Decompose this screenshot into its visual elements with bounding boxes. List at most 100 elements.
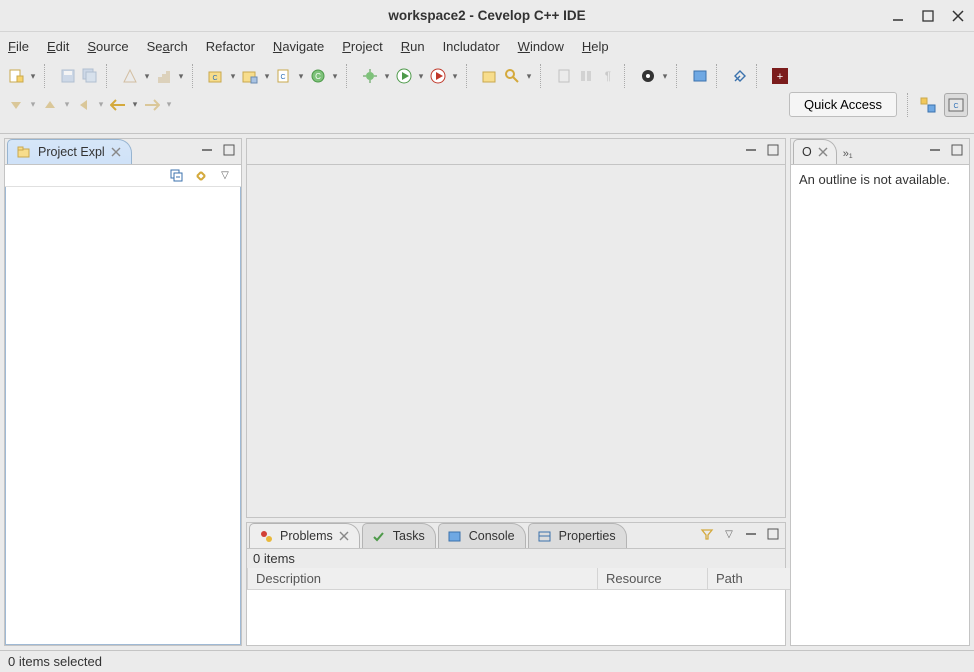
debug-dropdown[interactable]: ▾ — [382, 71, 392, 82]
toggle-block-button[interactable] — [576, 66, 596, 86]
tab-console[interactable]: Console — [438, 523, 526, 548]
menu-refactor[interactable]: Refactor — [206, 39, 255, 54]
new-class-dropdown[interactable]: ▾ — [330, 71, 340, 82]
tab-properties-label: Properties — [559, 529, 616, 543]
editor-minimize-icon[interactable] — [743, 142, 759, 158]
search-button[interactable] — [502, 66, 522, 86]
minimize-button[interactable] — [890, 8, 906, 24]
new-folder-dropdown[interactable]: ▾ — [262, 71, 272, 82]
run-dropdown[interactable]: ▾ — [416, 71, 426, 82]
open-type-button[interactable] — [480, 66, 500, 86]
forward-dropdown[interactable]: ▾ — [164, 99, 174, 110]
nav-left-button[interactable] — [74, 95, 94, 115]
search-dropdown[interactable]: ▾ — [524, 71, 534, 82]
run-button[interactable] — [394, 66, 414, 86]
open-task-button[interactable] — [690, 66, 710, 86]
properties-icon — [537, 528, 553, 544]
new-source-dropdown[interactable]: ▾ — [296, 71, 306, 82]
nav-left-dropdown[interactable]: ▾ — [96, 99, 106, 110]
problems-rows[interactable] — [247, 590, 785, 645]
minimize-view-icon[interactable] — [743, 526, 759, 542]
cevelop-button[interactable]: + — [770, 66, 790, 86]
toolbar: ▾ ▾ ▾ C ▾ ▾ C ▾ C ▾ ▾ ▾ ▾ ▾ ¶ ▾ — [0, 60, 974, 134]
cpp-perspective-button[interactable]: C — [944, 93, 968, 117]
new-button[interactable] — [6, 66, 26, 86]
menu-project[interactable]: Project — [342, 39, 382, 54]
show-whitespace-button[interactable]: ¶ — [598, 66, 618, 86]
filters-icon[interactable] — [699, 526, 715, 542]
editor-empty — [247, 165, 785, 517]
col-description[interactable]: Description — [248, 568, 598, 590]
new-cpp-project-dropdown[interactable]: ▾ — [228, 71, 238, 82]
tab-project-explorer[interactable]: Project Expl — [7, 139, 132, 164]
project-explorer-view: Project Expl ▽ — [4, 138, 242, 646]
profile-dropdown[interactable]: ▾ — [450, 71, 460, 82]
menu-search[interactable]: Search — [147, 39, 188, 54]
tab-problems[interactable]: Problems — [249, 523, 360, 548]
view-menu-icon[interactable]: ▽ — [721, 526, 737, 542]
close-icon[interactable] — [339, 531, 349, 541]
maximize-view-icon[interactable] — [949, 142, 965, 158]
menu-source[interactable]: Source — [87, 39, 128, 54]
annotation-button[interactable] — [638, 66, 658, 86]
new-class-button[interactable]: C — [308, 66, 328, 86]
quick-access-button[interactable]: Quick Access — [789, 92, 897, 117]
svg-text:¶: ¶ — [605, 69, 611, 83]
tab-outline[interactable]: O — [793, 139, 837, 164]
build-all-button[interactable] — [154, 66, 174, 86]
new-folder-button[interactable] — [240, 66, 260, 86]
pin-button[interactable] — [730, 66, 750, 86]
project-explorer-tree[interactable] — [5, 187, 241, 645]
tab-problems-label: Problems — [280, 529, 333, 543]
annotation-dropdown[interactable]: ▾ — [660, 71, 670, 82]
build-dropdown[interactable]: ▾ — [142, 71, 152, 82]
menu-run[interactable]: Run — [401, 39, 425, 54]
new-dropdown[interactable]: ▾ — [28, 71, 38, 82]
menu-window[interactable]: Window — [518, 39, 564, 54]
titlebar: workspace2 - Cevelop C++ IDE — [0, 0, 974, 32]
view-menu-icon[interactable]: ▽ — [217, 168, 233, 184]
nav-up-dropdown[interactable]: ▾ — [62, 99, 72, 110]
back-button[interactable] — [108, 95, 128, 115]
status-text: 0 items selected — [8, 654, 102, 669]
editor-maximize-icon[interactable] — [765, 142, 781, 158]
maximize-button[interactable] — [920, 8, 936, 24]
close-icon[interactable] — [818, 147, 828, 157]
collapse-all-icon[interactable] — [169, 168, 185, 184]
menu-edit[interactable]: Edit — [47, 39, 69, 54]
bottom-stack: Problems Tasks Console Properties — [246, 522, 786, 646]
back-dropdown[interactable]: ▾ — [130, 99, 140, 110]
menu-navigate[interactable]: Navigate — [273, 39, 324, 54]
new-cpp-project-button[interactable]: C — [206, 66, 226, 86]
close-icon[interactable] — [111, 147, 121, 157]
menu-file[interactable]: File — [8, 39, 29, 54]
window-title: workspace2 - Cevelop C++ IDE — [388, 8, 585, 23]
link-editor-icon[interactable] — [193, 168, 209, 184]
maximize-view-icon[interactable] — [221, 142, 237, 158]
nav-down-dropdown[interactable]: ▾ — [28, 99, 38, 110]
build-all-dropdown[interactable]: ▾ — [176, 71, 186, 82]
forward-button[interactable] — [142, 95, 162, 115]
build-button[interactable] — [120, 66, 140, 86]
statusbar: 0 items selected — [0, 650, 974, 672]
close-button[interactable] — [950, 8, 966, 24]
col-resource[interactable]: Resource — [598, 568, 708, 590]
new-source-button[interactable]: C — [274, 66, 294, 86]
nav-up-button[interactable] — [40, 95, 60, 115]
open-perspective-button[interactable] — [916, 93, 940, 117]
menu-help[interactable]: Help — [582, 39, 609, 54]
profile-button[interactable] — [428, 66, 448, 86]
tab-properties[interactable]: Properties — [528, 523, 627, 548]
save-all-button[interactable] — [80, 66, 100, 86]
minimize-view-icon[interactable] — [927, 142, 943, 158]
tab-tasks[interactable]: Tasks — [362, 523, 436, 548]
debug-button[interactable] — [360, 66, 380, 86]
save-button[interactable] — [58, 66, 78, 86]
menu-includator[interactable]: Includator — [443, 39, 500, 54]
toggle-mark-button[interactable] — [554, 66, 574, 86]
maximize-view-icon[interactable] — [765, 526, 781, 542]
console-icon — [447, 528, 463, 544]
minimize-view-icon[interactable] — [199, 142, 215, 158]
nav-down-button[interactable] — [6, 95, 26, 115]
overflow-indicator[interactable]: »₁ — [843, 148, 853, 160]
